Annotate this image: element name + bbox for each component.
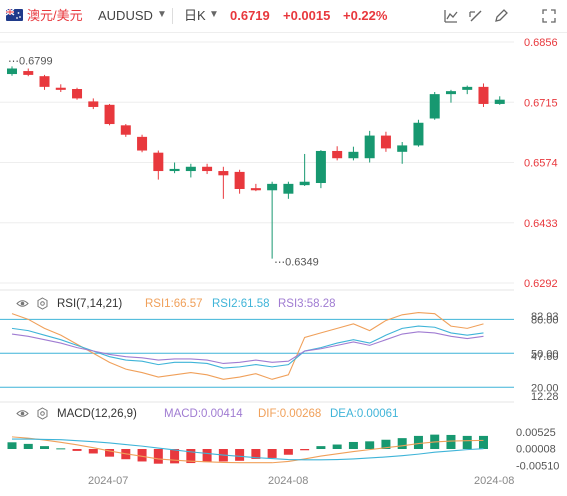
- macd-histogram-bar: [413, 435, 423, 449]
- candle-body: [202, 166, 213, 172]
- candle-body: [478, 86, 489, 104]
- candle-body: [315, 150, 326, 184]
- candle-body: [55, 87, 66, 90]
- macd-histogram-bar: [316, 446, 326, 449]
- macd-histogram-bar: [88, 449, 98, 454]
- high-annotation: ⋯0.6799: [8, 55, 53, 67]
- low-annotation: ⋯0.6349: [274, 257, 319, 269]
- candle-body: [397, 145, 408, 152]
- candle-body: [169, 168, 180, 172]
- macd-histogram-bar: [137, 449, 147, 462]
- x-axis-label: 2024-08: [268, 475, 309, 487]
- candle-body: [120, 125, 131, 135]
- candle-body: [234, 171, 245, 189]
- candle-body: [413, 122, 424, 146]
- candle-body: [218, 171, 229, 176]
- y-tick-label: 0.6292: [524, 278, 558, 290]
- y-tick-label: 0.6856: [524, 37, 558, 49]
- candle-body: [72, 89, 83, 99]
- y-tick-label: 0.6433: [524, 218, 558, 230]
- macd-histogram-bar: [267, 449, 277, 458]
- chart-canvas[interactable]: 0.6856 0.6715 0.6574 0.6433 0.6292 ⋯0.6799 ⋯0.…: [0, 0, 567, 496]
- macd-histogram-bar: [56, 448, 66, 450]
- macd-histogram-bar: [300, 449, 310, 451]
- macd-histogram-bar: [332, 444, 342, 449]
- candle-body: [153, 152, 164, 172]
- macd-histogram-bar: [40, 446, 50, 449]
- macd-histogram-bar: [23, 443, 33, 449]
- macd-histogram-bar: [446, 434, 456, 449]
- candle-body: [380, 135, 391, 149]
- rsi-y-tick-label: 82.93: [531, 311, 559, 323]
- macd-histogram-bar: [235, 449, 245, 461]
- candle-body: [445, 91, 456, 95]
- candle-body: [23, 71, 34, 75]
- rsi-y-tick-label: 47.60: [531, 351, 559, 363]
- y-tick-label: 0.6574: [524, 158, 558, 170]
- macd-histogram-bar: [283, 449, 293, 455]
- candle-body: [283, 183, 294, 194]
- macd-y-tick-label: 0.00525: [516, 427, 556, 439]
- macd-histogram-bar: [478, 435, 488, 449]
- macd-histogram-bar: [462, 435, 472, 449]
- candle-body: [88, 101, 99, 107]
- candle-body: [332, 150, 343, 159]
- macd-histogram-bar: [348, 441, 358, 449]
- candle-body: [39, 76, 50, 87]
- macd-histogram-bar: [7, 442, 17, 449]
- y-tick-label: 0.6715: [524, 97, 558, 109]
- macd-histogram-bar: [202, 449, 212, 463]
- candle-body: [348, 151, 359, 159]
- candle-body: [462, 86, 473, 90]
- macd-histogram-bar: [365, 441, 375, 449]
- candle-body: [137, 136, 148, 151]
- x-axis-label: 2024-08: [474, 475, 515, 487]
- candle-body: [250, 188, 261, 191]
- candle-body: [7, 68, 17, 75]
- rsi-y-tick-label: 12.28: [531, 391, 559, 403]
- candle-body: [267, 183, 278, 191]
- macd-y-tick-label: 0.00008: [516, 444, 556, 456]
- candle-body: [299, 181, 310, 186]
- candle-body: [364, 135, 375, 159]
- candle-body: [104, 104, 115, 125]
- macd-histogram-bar: [397, 438, 407, 449]
- rsi1-line: [11, 311, 484, 380]
- candle-body: [429, 94, 440, 119]
- macd-y-tick-label: -0.00510: [516, 460, 559, 472]
- x-axis-label: 2024-07: [88, 475, 129, 487]
- macd-histogram-bar: [72, 449, 82, 451]
- dea-line: [12, 438, 484, 461]
- macd-histogram-bar: [153, 449, 163, 464]
- candle-body: [494, 99, 505, 104]
- macd-histogram-bar: [170, 449, 180, 464]
- candle-body: [185, 166, 196, 172]
